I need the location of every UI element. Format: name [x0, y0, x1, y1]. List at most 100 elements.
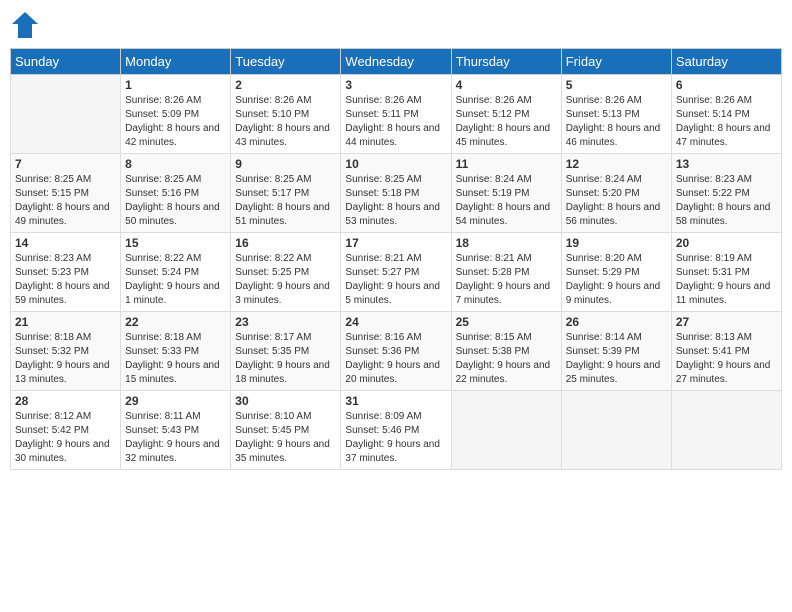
calendar-cell: 22 Sunrise: 8:18 AMSunset: 5:33 PMDaylig… [121, 312, 231, 391]
day-info: Sunrise: 8:26 AMSunset: 5:13 PMDaylight:… [566, 94, 667, 150]
calendar-cell: 4 Sunrise: 8:26 AMSunset: 5:12 PMDayligh… [451, 75, 561, 154]
day-info: Sunrise: 8:26 AMSunset: 5:11 PMDaylight:… [345, 94, 446, 150]
calendar-cell: 31 Sunrise: 8:09 AMSunset: 5:46 PMDaylig… [341, 391, 451, 470]
calendar-cell: 13 Sunrise: 8:23 AMSunset: 5:22 PMDaylig… [671, 154, 781, 233]
day-info: Sunrise: 8:25 AMSunset: 5:16 PMDaylight:… [125, 173, 226, 229]
day-number: 2 [235, 78, 336, 92]
day-info: Sunrise: 8:25 AMSunset: 5:17 PMDaylight:… [235, 173, 336, 229]
calendar-cell: 18 Sunrise: 8:21 AMSunset: 5:28 PMDaylig… [451, 233, 561, 312]
logo [10, 10, 43, 40]
day-info: Sunrise: 8:26 AMSunset: 5:09 PMDaylight:… [125, 94, 226, 150]
day-number: 23 [235, 315, 336, 329]
calendar-cell: 3 Sunrise: 8:26 AMSunset: 5:11 PMDayligh… [341, 75, 451, 154]
calendar-cell: 30 Sunrise: 8:10 AMSunset: 5:45 PMDaylig… [231, 391, 341, 470]
day-info: Sunrise: 8:15 AMSunset: 5:38 PMDaylight:… [456, 331, 557, 387]
calendar-cell: 7 Sunrise: 8:25 AMSunset: 5:15 PMDayligh… [11, 154, 121, 233]
day-number: 6 [676, 78, 777, 92]
day-info: Sunrise: 8:10 AMSunset: 5:45 PMDaylight:… [235, 410, 336, 466]
calendar-cell: 14 Sunrise: 8:23 AMSunset: 5:23 PMDaylig… [11, 233, 121, 312]
day-number: 14 [15, 236, 116, 250]
day-number: 20 [676, 236, 777, 250]
day-number: 13 [676, 157, 777, 171]
calendar-cell: 17 Sunrise: 8:21 AMSunset: 5:27 PMDaylig… [341, 233, 451, 312]
calendar-cell: 23 Sunrise: 8:17 AMSunset: 5:35 PMDaylig… [231, 312, 341, 391]
calendar-cell: 5 Sunrise: 8:26 AMSunset: 5:13 PMDayligh… [561, 75, 671, 154]
day-number: 1 [125, 78, 226, 92]
header-cell-tuesday: Tuesday [231, 49, 341, 75]
calendar-cell: 15 Sunrise: 8:22 AMSunset: 5:24 PMDaylig… [121, 233, 231, 312]
calendar-cell: 28 Sunrise: 8:12 AMSunset: 5:42 PMDaylig… [11, 391, 121, 470]
day-number: 3 [345, 78, 446, 92]
day-info: Sunrise: 8:14 AMSunset: 5:39 PMDaylight:… [566, 331, 667, 387]
day-info: Sunrise: 8:26 AMSunset: 5:10 PMDaylight:… [235, 94, 336, 150]
day-info: Sunrise: 8:17 AMSunset: 5:35 PMDaylight:… [235, 331, 336, 387]
header-cell-wednesday: Wednesday [341, 49, 451, 75]
day-number: 8 [125, 157, 226, 171]
calendar-cell: 12 Sunrise: 8:24 AMSunset: 5:20 PMDaylig… [561, 154, 671, 233]
day-number: 22 [125, 315, 226, 329]
day-number: 18 [456, 236, 557, 250]
calendar-cell: 1 Sunrise: 8:26 AMSunset: 5:09 PMDayligh… [121, 75, 231, 154]
day-info: Sunrise: 8:21 AMSunset: 5:27 PMDaylight:… [345, 252, 446, 308]
calendar-week-5: 28 Sunrise: 8:12 AMSunset: 5:42 PMDaylig… [11, 391, 782, 470]
header-row: SundayMondayTuesdayWednesdayThursdayFrid… [11, 49, 782, 75]
header-cell-friday: Friday [561, 49, 671, 75]
header-cell-monday: Monday [121, 49, 231, 75]
calendar-table: SundayMondayTuesdayWednesdayThursdayFrid… [10, 48, 782, 470]
calendar-cell: 25 Sunrise: 8:15 AMSunset: 5:38 PMDaylig… [451, 312, 561, 391]
calendar-cell: 24 Sunrise: 8:16 AMSunset: 5:36 PMDaylig… [341, 312, 451, 391]
day-number: 17 [345, 236, 446, 250]
day-info: Sunrise: 8:09 AMSunset: 5:46 PMDaylight:… [345, 410, 446, 466]
day-info: Sunrise: 8:24 AMSunset: 5:19 PMDaylight:… [456, 173, 557, 229]
day-number: 26 [566, 315, 667, 329]
header [10, 10, 782, 40]
calendar-cell: 9 Sunrise: 8:25 AMSunset: 5:17 PMDayligh… [231, 154, 341, 233]
day-number: 19 [566, 236, 667, 250]
calendar-week-3: 14 Sunrise: 8:23 AMSunset: 5:23 PMDaylig… [11, 233, 782, 312]
day-info: Sunrise: 8:22 AMSunset: 5:24 PMDaylight:… [125, 252, 226, 308]
calendar-week-1: 1 Sunrise: 8:26 AMSunset: 5:09 PMDayligh… [11, 75, 782, 154]
header-cell-thursday: Thursday [451, 49, 561, 75]
calendar-body: 1 Sunrise: 8:26 AMSunset: 5:09 PMDayligh… [11, 75, 782, 470]
day-info: Sunrise: 8:12 AMSunset: 5:42 PMDaylight:… [15, 410, 116, 466]
day-number: 4 [456, 78, 557, 92]
calendar-week-4: 21 Sunrise: 8:18 AMSunset: 5:32 PMDaylig… [11, 312, 782, 391]
day-info: Sunrise: 8:20 AMSunset: 5:29 PMDaylight:… [566, 252, 667, 308]
day-info: Sunrise: 8:26 AMSunset: 5:12 PMDaylight:… [456, 94, 557, 150]
calendar-header: SundayMondayTuesdayWednesdayThursdayFrid… [11, 49, 782, 75]
day-number: 5 [566, 78, 667, 92]
day-number: 30 [235, 394, 336, 408]
calendar-week-2: 7 Sunrise: 8:25 AMSunset: 5:15 PMDayligh… [11, 154, 782, 233]
day-info: Sunrise: 8:21 AMSunset: 5:28 PMDaylight:… [456, 252, 557, 308]
day-number: 28 [15, 394, 116, 408]
day-info: Sunrise: 8:23 AMSunset: 5:23 PMDaylight:… [15, 252, 116, 308]
day-number: 9 [235, 157, 336, 171]
day-info: Sunrise: 8:18 AMSunset: 5:32 PMDaylight:… [15, 331, 116, 387]
day-number: 16 [235, 236, 336, 250]
day-info: Sunrise: 8:16 AMSunset: 5:36 PMDaylight:… [345, 331, 446, 387]
header-cell-saturday: Saturday [671, 49, 781, 75]
day-info: Sunrise: 8:11 AMSunset: 5:43 PMDaylight:… [125, 410, 226, 466]
calendar-cell [671, 391, 781, 470]
day-number: 24 [345, 315, 446, 329]
day-number: 29 [125, 394, 226, 408]
calendar-cell: 11 Sunrise: 8:24 AMSunset: 5:19 PMDaylig… [451, 154, 561, 233]
day-number: 31 [345, 394, 446, 408]
day-info: Sunrise: 8:13 AMSunset: 5:41 PMDaylight:… [676, 331, 777, 387]
day-number: 25 [456, 315, 557, 329]
page-container: SundayMondayTuesdayWednesdayThursdayFrid… [0, 0, 792, 612]
day-info: Sunrise: 8:25 AMSunset: 5:18 PMDaylight:… [345, 173, 446, 229]
day-info: Sunrise: 8:25 AMSunset: 5:15 PMDaylight:… [15, 173, 116, 229]
calendar-cell: 8 Sunrise: 8:25 AMSunset: 5:16 PMDayligh… [121, 154, 231, 233]
calendar-cell: 29 Sunrise: 8:11 AMSunset: 5:43 PMDaylig… [121, 391, 231, 470]
calendar-cell: 21 Sunrise: 8:18 AMSunset: 5:32 PMDaylig… [11, 312, 121, 391]
header-cell-sunday: Sunday [11, 49, 121, 75]
logo-icon [10, 10, 40, 40]
calendar-cell: 10 Sunrise: 8:25 AMSunset: 5:18 PMDaylig… [341, 154, 451, 233]
day-info: Sunrise: 8:22 AMSunset: 5:25 PMDaylight:… [235, 252, 336, 308]
day-info: Sunrise: 8:18 AMSunset: 5:33 PMDaylight:… [125, 331, 226, 387]
day-number: 11 [456, 157, 557, 171]
day-info: Sunrise: 8:23 AMSunset: 5:22 PMDaylight:… [676, 173, 777, 229]
calendar-cell: 27 Sunrise: 8:13 AMSunset: 5:41 PMDaylig… [671, 312, 781, 391]
day-info: Sunrise: 8:24 AMSunset: 5:20 PMDaylight:… [566, 173, 667, 229]
